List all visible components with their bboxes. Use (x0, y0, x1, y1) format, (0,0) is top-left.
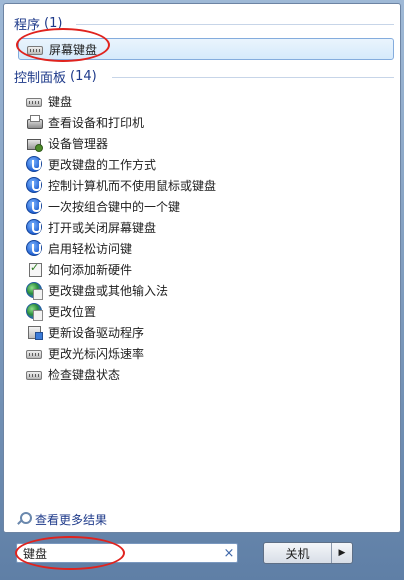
result-label: 查看设备和打印机 (48, 115, 145, 130)
shutdown-options-arrow-icon[interactable]: ▶ (332, 543, 352, 563)
keyboard-icon (26, 371, 42, 380)
result-label: 打开或关闭屏幕键盘 (48, 220, 157, 235)
result-item-check-keyboard-status[interactable]: 检查键盘状态 (26, 364, 120, 384)
ease-of-access-icon (26, 219, 42, 235)
result-item-on-screen-keyboard[interactable]: 屏幕键盘 (18, 38, 394, 60)
result-item-control-without-mouse[interactable]: 控制计算机而不使用鼠标或键盘 (26, 175, 216, 195)
result-item-change-keyboard-behavior[interactable]: 更改键盘的工作方式 (26, 154, 156, 174)
group-count: (14) (70, 68, 97, 84)
result-item-sticky-keys[interactable]: 一次按组合键中的一个键 (26, 196, 180, 216)
result-label: 更改位置 (48, 304, 97, 319)
see-more-results-link[interactable]: 查看更多结果 (16, 510, 107, 528)
ease-of-access-icon (26, 156, 42, 172)
group-title: 程序 (14, 17, 41, 33)
result-label: 屏幕键盘 (49, 42, 98, 57)
result-label: 更改光标闪烁速率 (48, 346, 145, 361)
group-header-programs: 程序 (1) (14, 14, 63, 33)
result-item-update-drivers[interactable]: 更新设备驱动程序 (26, 322, 144, 342)
result-label: 如何添加新硬件 (48, 262, 133, 277)
keyboard-icon (26, 98, 42, 107)
group-divider (112, 77, 394, 78)
clear-search-icon[interactable]: × (221, 546, 237, 561)
ease-of-access-icon (26, 240, 42, 256)
ease-of-access-icon (26, 177, 42, 193)
group-title: 控制面板 (14, 70, 67, 86)
result-label: 控制计算机而不使用鼠标或键盘 (48, 178, 217, 193)
result-label: 一次按组合键中的一个键 (48, 199, 181, 214)
result-label: 更改键盘的工作方式 (48, 157, 157, 172)
ease-of-access-icon (26, 198, 42, 214)
device-manager-icon (26, 135, 43, 152)
result-item-device-manager[interactable]: 设备管理器 (26, 133, 108, 153)
result-label: 检查键盘状态 (48, 367, 121, 382)
shutdown-button-group: 关机 ▶ (263, 542, 353, 564)
see-more-results-label: 查看更多结果 (35, 512, 108, 527)
result-label: 启用轻松访问键 (48, 241, 133, 256)
globe-icon (26, 303, 43, 321)
result-item-devices-printers[interactable]: 查看设备和打印机 (26, 112, 144, 132)
shutdown-button[interactable]: 关机 (264, 543, 331, 563)
printer-icon (26, 114, 43, 130)
keyboard-icon (26, 350, 42, 359)
result-item-toggle-on-screen-keyboard[interactable]: 打开或关闭屏幕键盘 (26, 217, 156, 237)
result-item-ease-access-keys[interactable]: 启用轻松访问键 (26, 238, 132, 258)
group-divider (76, 24, 394, 25)
result-item-add-hardware[interactable]: 如何添加新硬件 (26, 259, 132, 279)
group-header-control-panel: 控制面板 (14) (14, 67, 97, 86)
hardware-wizard-icon (26, 261, 42, 277)
search-icon (16, 512, 32, 526)
result-label: 设备管理器 (48, 136, 109, 151)
result-item-change-input-methods[interactable]: 更改键盘或其他输入法 (26, 280, 168, 300)
result-item-cursor-blink-rate[interactable]: 更改光标闪烁速率 (26, 343, 144, 363)
result-item-keyboard[interactable]: 键盘 (26, 91, 72, 111)
globe-icon (26, 282, 43, 300)
search-input-value: 键盘 (23, 546, 48, 561)
search-results-panel: 程序 (1) 屏幕键盘 控制面板 (14) 键盘 查看设备和打印机 设备管理器 … (3, 3, 401, 533)
search-input[interactable]: 键盘 × (16, 543, 238, 563)
result-label: 更新设备驱动程序 (48, 325, 145, 340)
driver-icon (26, 324, 43, 340)
result-item-change-location[interactable]: 更改位置 (26, 301, 96, 321)
group-count: (1) (44, 15, 63, 31)
result-label: 键盘 (48, 94, 73, 109)
keyboard-icon (27, 46, 43, 55)
result-label: 更改键盘或其他输入法 (48, 283, 169, 298)
